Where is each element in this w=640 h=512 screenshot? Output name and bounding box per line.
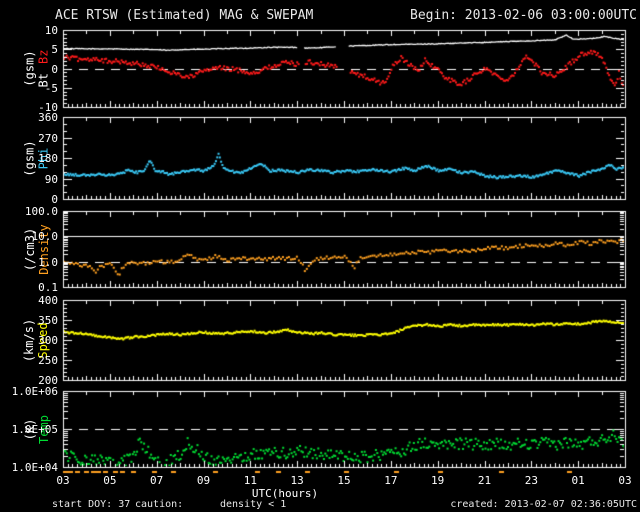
y-axis-label-density: (/cm3) Density [16, 211, 58, 287]
caution-label: caution: [135, 499, 184, 510]
y-tick-label: 270 [38, 132, 58, 145]
y-tick-label: 0 [51, 193, 58, 206]
page-title: ACE RTSW (Estimated) MAG & SWEPAM [55, 8, 314, 23]
y-tick-label: 180 [38, 152, 58, 165]
created-timestamp: created: 2013-02-07 02:36:05UTC [450, 499, 637, 510]
y-tick-label: 1.0E+06 [11, 385, 58, 398]
x-tick-label: 21 [477, 474, 492, 487]
caution-value: density < 1 [220, 499, 287, 510]
y-tick-label: 5 [51, 43, 58, 56]
x-tick-label: 17 [384, 474, 398, 487]
y-tick-label: 10 [44, 24, 58, 37]
y-tick-label: 10.0 [31, 230, 59, 243]
x-tick-label: 05 [103, 474, 117, 487]
x-tick-label: 15 [337, 474, 351, 487]
y-tick-label: 100.0 [24, 205, 58, 218]
y-tick-label: 360 [38, 111, 58, 124]
y-tick-label: 300 [38, 334, 58, 347]
y-tick-label: 90 [44, 173, 58, 186]
y-tick-label: 1.0E+04 [11, 461, 58, 474]
y-tick-label: 400 [38, 294, 58, 307]
start-doy-label: start DOY: 37 [52, 499, 131, 510]
x-tick-label: 07 [150, 474, 164, 487]
y-tick-label: -5 [44, 82, 58, 95]
y-tick-label: 350 [38, 314, 58, 327]
x-tick-label: 03 [56, 474, 70, 487]
x-tick-label: 23 [524, 474, 538, 487]
y-tick-label: 0.1 [38, 281, 58, 294]
plot-canvas [0, 0, 640, 512]
x-tick-label: 01 [571, 474, 585, 487]
x-tick-label: 09 [196, 474, 211, 487]
x-tick-label: 19 [431, 474, 445, 487]
ace-rtsw-plot: ACE RTSW (Estimated) MAG & SWEPAM Begin:… [0, 0, 640, 512]
x-tick-label: 13 [290, 474, 304, 487]
y-tick-label: 1.0 [38, 256, 58, 269]
y-tick-label: 0 [51, 63, 58, 76]
begin-timestamp: Begin: 2013-02-06 03:00:00UTC [410, 8, 637, 23]
y-tick-label: 1.0E+05 [11, 423, 58, 436]
y-tick-label: 250 [38, 354, 58, 367]
x-tick-label: 11 [243, 474, 257, 487]
x-tick-label: 03 [618, 474, 632, 487]
